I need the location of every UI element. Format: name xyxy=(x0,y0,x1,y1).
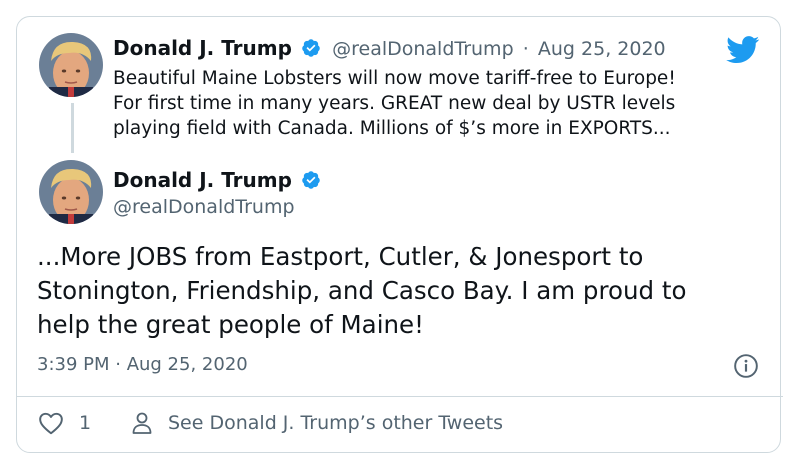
see-other-tweets-link[interactable]: See Donald J. Trump’s other Tweets xyxy=(168,412,503,434)
quoted-tweet-line: playing field with Canada. Millions of $… xyxy=(113,118,671,139)
quoted-tweet-text: Beautiful Maine Lobsters will now move t… xyxy=(113,66,763,141)
main-author-name[interactable]: Donald J. Trump xyxy=(113,168,292,192)
info-icon[interactable] xyxy=(733,353,759,383)
tweet-timestamp[interactable]: 3:39 PM · Aug 25, 2020 xyxy=(37,354,248,375)
quoted-author-name[interactable]: Donald J. Trump xyxy=(113,36,292,60)
quoted-tweet-line: For first time in many years. GREAT new … xyxy=(113,93,676,114)
quoted-tweet-date[interactable]: Aug 25, 2020 xyxy=(538,38,666,60)
main-tweet-line: ...More JOBS from Eastport, Cutler, & Jo… xyxy=(37,242,644,271)
quoted-tweet-line: Beautiful Maine Lobsters will now move t… xyxy=(113,68,676,89)
main-tweet-line: Stonington, Friendship, and Casco Bay. I… xyxy=(37,276,687,305)
main-tweet-text: ...More JOBS from Eastport, Cutler, & Jo… xyxy=(37,240,767,342)
main-author-avatar[interactable] xyxy=(39,160,103,224)
quoted-author-avatar[interactable] xyxy=(39,33,103,97)
main-tweet-author: Donald J. Trump xyxy=(113,168,321,194)
heart-icon xyxy=(38,412,64,439)
person-icon[interactable] xyxy=(131,411,153,439)
header-separator: · xyxy=(522,38,529,60)
quoted-author-handle[interactable]: @realDonaldTrump xyxy=(332,38,514,60)
twitter-bird-icon[interactable] xyxy=(726,36,760,68)
verified-badge-icon xyxy=(301,38,321,62)
main-tweet-line: help the great people of Maine! xyxy=(37,310,424,339)
footer-divider xyxy=(16,396,783,397)
like-count[interactable]: 1 xyxy=(79,412,91,434)
like-button[interactable] xyxy=(38,411,64,439)
quoted-tweet-header: Donald J. Trump @realDonaldTrump · Aug 2… xyxy=(113,36,666,62)
thread-connector-line xyxy=(71,103,74,153)
main-author-handle[interactable]: @realDonaldTrump xyxy=(113,196,295,218)
verified-badge-icon xyxy=(301,170,321,194)
